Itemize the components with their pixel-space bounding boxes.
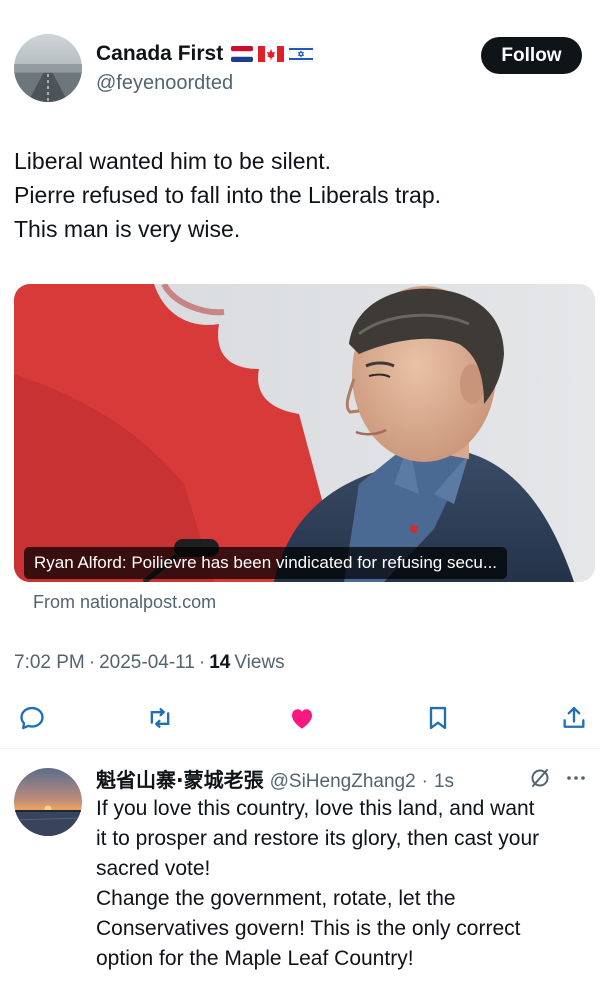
reply-author-handle[interactable]: @SiHengZhang2 bbox=[270, 771, 416, 793]
tweet-text-line: Pierre refused to fall into the Liberals… bbox=[14, 182, 442, 208]
tweet-action-bar bbox=[0, 694, 600, 740]
reply-author-avatar[interactable] bbox=[14, 768, 82, 836]
repost-button[interactable] bbox=[144, 702, 176, 734]
reply-icon bbox=[20, 706, 44, 730]
bookmark-button[interactable] bbox=[422, 702, 454, 734]
tweet-text-line: Liberal wanted him to be silent. bbox=[14, 148, 332, 174]
views-label: Views bbox=[234, 652, 285, 673]
reply-button[interactable] bbox=[16, 702, 48, 734]
bookmark-icon bbox=[429, 706, 447, 730]
link-card-image[interactable] bbox=[14, 284, 595, 582]
views-count: 14 bbox=[209, 652, 231, 673]
heart-icon bbox=[292, 709, 312, 729]
reply-text-line: Conservatives govern! This is the only c… bbox=[96, 917, 521, 940]
divider bbox=[0, 748, 600, 749]
canada-flag-icon bbox=[258, 46, 285, 62]
tweet-text: Liberal wanted him to be silent. Pierre … bbox=[14, 144, 584, 246]
meta-separator: · bbox=[198, 652, 206, 673]
author-avatar[interactable] bbox=[14, 34, 82, 102]
tweet-date[interactable]: 2025-04-11 bbox=[99, 652, 195, 674]
reply-text-line: If you love this country, love this land… bbox=[96, 797, 535, 820]
netherlands-flag-icon bbox=[231, 46, 254, 62]
link-card-caption[interactable]: Ryan Alford: Poilievre has been vindicat… bbox=[24, 547, 508, 579]
grok-icon[interactable] bbox=[528, 766, 552, 790]
tweet-meta: 7:02 PM · 2025-04-11 · 14 Views bbox=[14, 652, 285, 674]
tweet-time[interactable]: 7:02 PM bbox=[14, 652, 85, 674]
meta-separator: · bbox=[421, 771, 428, 792]
share-icon bbox=[563, 706, 585, 728]
like-button[interactable] bbox=[286, 702, 318, 734]
reply-time[interactable]: 1s bbox=[434, 771, 454, 793]
meta-separator: · bbox=[88, 652, 96, 673]
tweet-text-line: This man is very wise. bbox=[14, 216, 241, 242]
share-button[interactable] bbox=[558, 702, 590, 734]
author-handle[interactable]: @feyenoordted bbox=[96, 72, 233, 95]
follow-button[interactable]: Follow bbox=[481, 37, 582, 74]
link-card-source[interactable]: From nationalpost.com bbox=[33, 592, 216, 613]
reply-text-line: it to prosper and restore its glory, the… bbox=[96, 827, 540, 850]
reply-text-line: sacred vote! bbox=[96, 857, 211, 880]
repost-icon bbox=[150, 708, 170, 728]
israel-flag-icon bbox=[289, 46, 314, 62]
author-display-name[interactable]: Canada First bbox=[96, 42, 223, 66]
reply-text-line: option for the Maple Leaf Country! bbox=[96, 947, 414, 970]
reply-author-display-name[interactable]: 魁省山寨·蒙城老張 bbox=[96, 764, 264, 793]
reply-text-line: Change the government, rotate, let the bbox=[96, 887, 456, 910]
more-options-icon[interactable] bbox=[564, 766, 588, 790]
reply-text: If you love this country, love this land… bbox=[96, 794, 596, 974]
